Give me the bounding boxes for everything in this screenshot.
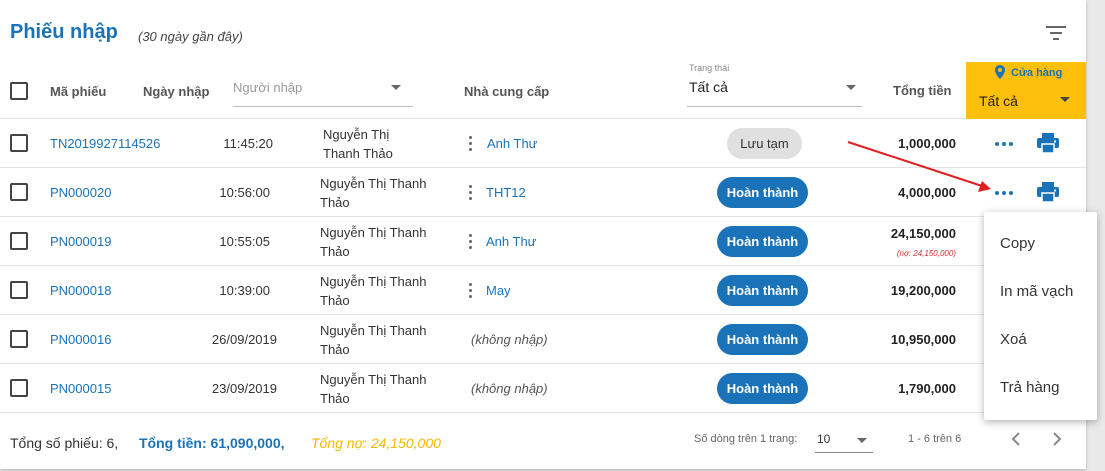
page-subtitle: (30 ngày gần đây) [138,29,243,44]
menu-item-copy[interactable]: Copy [1000,235,1035,252]
row-total: 1,790,000 [898,381,956,396]
importer-name: Nguyễn Thị Thanh Thảo [323,127,393,161]
row-checkbox[interactable] [10,379,28,397]
row-total: 10,950,000 [890,332,956,347]
supplier-link[interactable]: May [486,283,511,298]
menu-item-return[interactable]: Trả hàng [1000,379,1059,396]
print-icon[interactable] [1037,182,1059,202]
page-title: Phiếu nhập [10,21,118,43]
supplier-link[interactable]: Anh Thư [486,234,536,249]
status-badge: Hoàn thành [717,177,808,208]
table-row[interactable]: PN000020 10:56:00 Nguyễn Thị Thanh Thảo … [0,168,1086,217]
importer-name: Nguyễn Thị Thanh Thảo [320,274,427,308]
supplier-link[interactable]: THT12 [486,185,526,200]
table-row[interactable]: PN000016 26/09/2019 Nguyễn Thị Thanh Thả… [0,315,1086,364]
print-icon[interactable] [1037,133,1059,153]
status-badge: Hoàn thành [717,226,808,257]
table-row[interactable]: PN000019 10:55:05 Nguyễn Thị Thanh Thảo … [0,217,1086,266]
importer-name: Nguyễn Thị Thanh Thảo [320,372,427,406]
select-all-checkbox[interactable] [10,82,28,100]
status-badge: Hoàn thành [717,373,808,404]
row-checkbox[interactable] [10,330,28,348]
receipt-date: 10:39:00 [219,283,270,298]
row-checkbox[interactable] [10,232,28,250]
row-total: 1,000,000 [898,136,956,151]
chevron-down-icon [1060,97,1070,102]
receipt-code-link[interactable]: PN000020 [50,185,111,200]
footer-debt: Tổng nợ: 24,150,000 [311,435,441,451]
chevron-down-icon [846,85,856,90]
supplier-empty: (không nhập) [471,381,548,396]
importer-name: Nguyễn Thị Thanh Thảo [320,176,427,210]
rows-per-page-label: Số dòng trên 1 trang: [694,433,798,445]
row-debt: (nợ: 24,150,000) [896,249,956,258]
status-badge: Lưu tạm [727,128,802,159]
card-header: Phiếu nhập (30 ngày gần đây) [0,0,1086,62]
importer-name: Nguyễn Thị Thanh Thảo [320,225,427,259]
store-filter-label: Cửa hàng [1011,67,1063,79]
status-badge: Hoàn thành [717,275,808,306]
receipt-code-link[interactable]: PN000018 [50,283,111,298]
chevron-down-icon [857,438,867,443]
receipt-code-link[interactable]: PN000015 [50,381,111,396]
supplier-more-icon[interactable] [469,185,473,201]
status-filter-select[interactable] [687,62,862,107]
receipt-code-link[interactable]: PN000016 [50,332,111,347]
table-header: Mã phiếu Ngày nhập Người nhập Nhà cung c… [0,62,1086,119]
supplier-more-icon[interactable] [469,136,473,152]
row-checkbox[interactable] [10,134,28,152]
location-pin-icon [995,65,1005,79]
receipt-date: 10:56:00 [219,185,270,200]
status-badge: Hoàn thành [717,324,808,355]
row-checkbox[interactable] [10,281,28,299]
row-total: 19,200,000 [890,283,956,298]
menu-item-print-barcode[interactable]: In mã vạch [1000,283,1073,300]
receipt-date: 11:45:20 [223,136,273,151]
receipt-date: 10:55:05 [219,234,270,249]
footer-total: Tổng tiền: 61,090,000, [139,435,285,451]
table-row[interactable]: PN000018 10:39:00 Nguyễn Thị Thanh Thảo … [0,266,1086,315]
footer-count: Tổng số phiếu: 6, [10,435,119,451]
row-checkbox[interactable] [10,183,28,201]
receipt-date: 23/09/2019 [211,381,277,396]
supplier-more-icon[interactable] [469,234,473,250]
receipt-code-link[interactable]: TN2019927114526 [50,136,160,151]
supplier-link[interactable]: Anh Thư [487,136,537,151]
store-filter-value: Tất cả [979,93,1018,109]
chevron-down-icon [391,85,401,90]
next-page-icon[interactable] [1047,429,1067,449]
row-total: 24,150,000 [890,226,956,241]
receipt-date: 26/09/2019 [211,332,277,347]
row-actions-more-icon[interactable] [995,141,1013,147]
col-supplier[interactable]: Nhà cung cấp [464,84,549,99]
importer-name: Nguyễn Thị Thanh Thảo [320,323,427,357]
importer-filter-select[interactable] [233,62,413,107]
menu-item-delete[interactable]: Xoá [1000,331,1027,348]
receipt-code-link[interactable]: PN000019 [50,234,111,249]
col-total[interactable]: Tổng tiền [893,83,952,98]
store-filter[interactable]: Cửa hàng Tất cả [966,62,1086,119]
col-date[interactable]: Ngày nhập [143,84,209,99]
table-row[interactable]: TN2019927114526 11:45:20 Nguyễn Thị Than… [0,119,1086,168]
row-total: 4,000,000 [898,185,956,200]
pagination-range: 1 - 6 trên 6 [908,433,962,445]
purchase-receipts-card: Phiếu nhập (30 ngày gần đây) Mã phiếu Ng… [0,0,1086,469]
row-actions-more-icon[interactable] [995,190,1013,196]
row-actions-menu: Copy In mã vạch Xoá Trả hàng [984,212,1097,420]
prev-page-icon[interactable] [1006,429,1026,449]
table-footer: Tổng số phiếu: 6, Tổng tiền: 61,090,000,… [0,413,1086,469]
table-row[interactable]: PN000015 23/09/2019 Nguyễn Thị Thanh Thả… [0,364,1086,413]
supplier-more-icon[interactable] [469,283,473,299]
filter-icon[interactable] [1046,24,1066,40]
supplier-empty: (không nhập) [471,332,548,347]
rows-per-page-value: 10 [817,432,831,446]
col-code[interactable]: Mã phiếu [50,84,106,99]
